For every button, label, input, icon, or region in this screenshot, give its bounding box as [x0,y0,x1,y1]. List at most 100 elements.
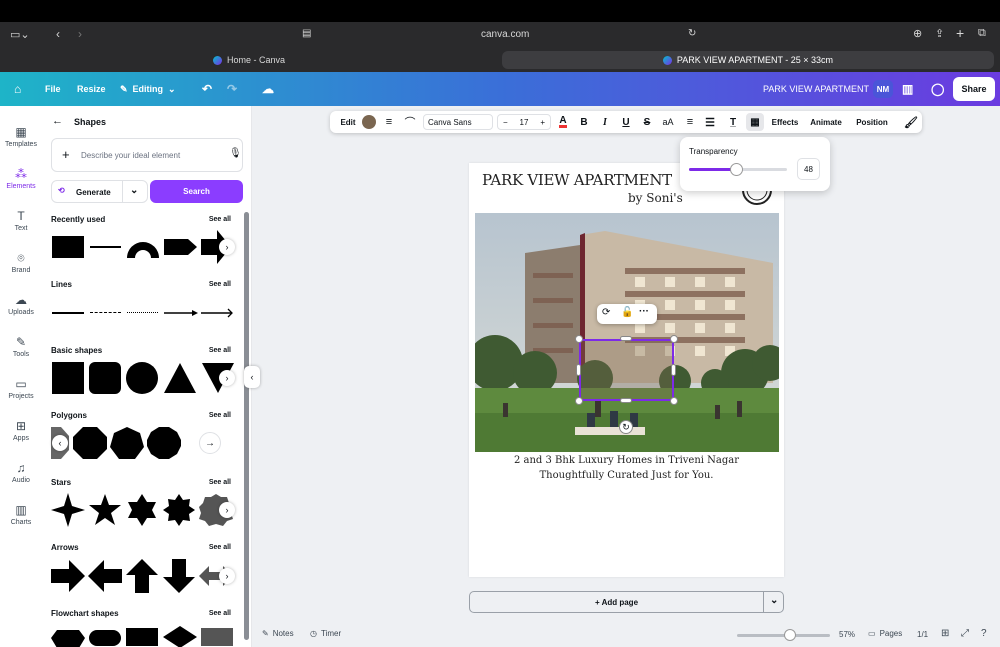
grid-view-icon[interactable]: ⊞ [941,628,949,639]
rail-templates[interactable]: ▦ Templates [0,117,42,157]
resize-handle[interactable] [671,364,676,376]
shape-star-5[interactable] [88,493,122,527]
selected-shape[interactable] [579,339,674,401]
shape-flow-terminator[interactable] [89,630,121,646]
shape-circle[interactable] [126,362,158,394]
shape-line[interactable] [90,246,121,248]
url-field[interactable]: canva.com [481,29,529,40]
redo-icon[interactable]: ↷ [227,72,237,106]
line-arrow-open[interactable] [201,307,235,319]
scroll-left-icon[interactable]: ‹ [52,435,68,451]
tab-overview-icon[interactable]: ⧉ [978,27,986,40]
resize-handle[interactable] [670,335,678,343]
insights-icon[interactable]: ▥ [902,72,913,106]
resize-handle[interactable] [575,397,583,405]
corner-rounding-icon[interactable]: ⌒ [402,111,418,133]
scroll-right-icon[interactable]: › [219,502,235,518]
shape-pentagon-arrow[interactable] [164,236,198,258]
shape-square[interactable] [52,362,84,394]
sidebar-toggle-icon[interactable]: ▭⌄ [10,28,30,41]
resize-handle[interactable] [620,398,632,403]
shape-flow-hexagon[interactable] [51,628,85,647]
back-icon[interactable]: ‹ [56,27,60,41]
add-page-button[interactable]: + Add page [470,592,764,612]
increase-size-button[interactable]: + [540,118,545,127]
shape-rounded-square[interactable] [89,362,121,394]
see-all-link[interactable]: See all [209,281,231,288]
design-tagline-2[interactable]: Thoughtfully Curated Just for You. [469,470,784,481]
rail-charts[interactable]: ▥ Charts [0,495,42,535]
new-tab-icon[interactable]: + [956,25,964,41]
scroll-right-icon[interactable]: › [219,568,235,584]
resize-handle[interactable] [575,335,583,343]
transparency-slider[interactable] [689,163,787,176]
shape-arrow-right-block[interactable] [51,560,85,592]
generate-variants-icon[interactable]: ⟳ [602,307,610,318]
scroll-right-icon[interactable]: › [219,370,235,386]
font-size-input[interactable]: 17 [520,118,529,127]
see-all-link[interactable]: See all [209,216,231,223]
notes-button[interactable]: ✎ Notes [262,629,294,638]
align-center-icon[interactable]: ≡ [682,111,698,133]
home-icon[interactable]: ⌂ [14,72,21,106]
avatar[interactable]: NM [873,80,893,98]
shape-star-4[interactable] [51,493,85,527]
letter-case-button[interactable]: aA [660,111,676,133]
shape-flow-decision[interactable] [163,626,197,647]
shape-arrow-up-block[interactable] [125,559,159,593]
slider-thumb[interactable] [730,163,744,176]
position-button[interactable]: Position [852,111,892,133]
chevron-down-icon[interactable]: ⌄ [770,595,778,606]
design-tagline-1[interactable]: 2 and 3 Bhk Luxury Homes in Triveni Naga… [469,455,784,466]
rail-elements[interactable]: ⁂ Elements [0,159,42,199]
see-all-link[interactable]: See all [209,544,231,551]
fill-color-button[interactable] [361,111,377,133]
shape-flow-data[interactable] [201,628,233,646]
reader-icon[interactable]: ▤ [302,28,311,39]
strikethrough-button[interactable]: S [639,111,655,133]
undo-icon[interactable]: ↶ [202,72,212,106]
arrow-right-icon[interactable]: → [199,432,221,454]
see-all-link[interactable]: See all [209,412,231,419]
italic-button[interactable]: I [597,111,613,133]
rail-tools[interactable]: ✎ Tools [0,327,42,367]
shape-arrow-left-block[interactable] [88,560,122,592]
transparency-icon[interactable]: ▦ [746,113,764,131]
editing-mode-button[interactable]: ✎ Editing ⌄ [120,72,176,106]
help-icon[interactable]: ? [981,628,987,639]
panel-scrollbar[interactable] [244,212,249,640]
design-byline[interactable]: by Soni's [628,191,683,205]
forward-icon[interactable]: › [78,27,82,41]
shape-star-6[interactable] [125,493,159,527]
timer-button[interactable]: ◷ Timer [310,629,341,638]
share-page-icon[interactable]: ⇪ [935,27,944,40]
fullscreen-icon[interactable]: ⤢ [961,628,969,639]
share-button[interactable]: Share [953,77,995,101]
line-dotted[interactable] [127,312,158,313]
shape-flow-process[interactable] [126,628,158,646]
shape-star-8[interactable] [162,493,196,527]
lock-icon[interactable]: 🔓 [621,307,633,318]
shape-decagon[interactable] [147,427,181,459]
see-all-link[interactable]: See all [209,479,231,486]
rail-brand[interactable]: ⌾ Brand [0,243,42,283]
comment-icon[interactable]: ◯ [931,72,944,106]
text-color-icon[interactable]: A [555,111,571,133]
resize-handle[interactable] [620,336,632,341]
see-all-link[interactable]: See all [209,610,231,617]
line-solid[interactable] [52,312,84,314]
copy-style-icon[interactable]: 🖌 [903,111,919,133]
animate-button[interactable]: Animate [807,111,845,133]
zoom-level[interactable]: 57% [839,630,855,639]
shape-arrow-down-block[interactable] [162,559,196,593]
microphone-icon[interactable]: 🎙 [229,148,242,159]
bold-button[interactable]: B [576,111,592,133]
document-title[interactable]: PARK VIEW APARTMENT [763,72,869,106]
tab-design[interactable]: PARK VIEW APARTMENT - 25 × 33cm [502,51,994,69]
spacing-icon[interactable]: T̲ [725,111,741,133]
reload-icon[interactable]: ↻ [688,28,696,39]
border-style-icon[interactable]: ≡ [381,111,397,133]
scroll-right-icon[interactable]: › [219,239,235,255]
design-title[interactable]: PARK VIEW APARTMENT [482,171,672,189]
building-photo[interactable] [475,213,779,452]
